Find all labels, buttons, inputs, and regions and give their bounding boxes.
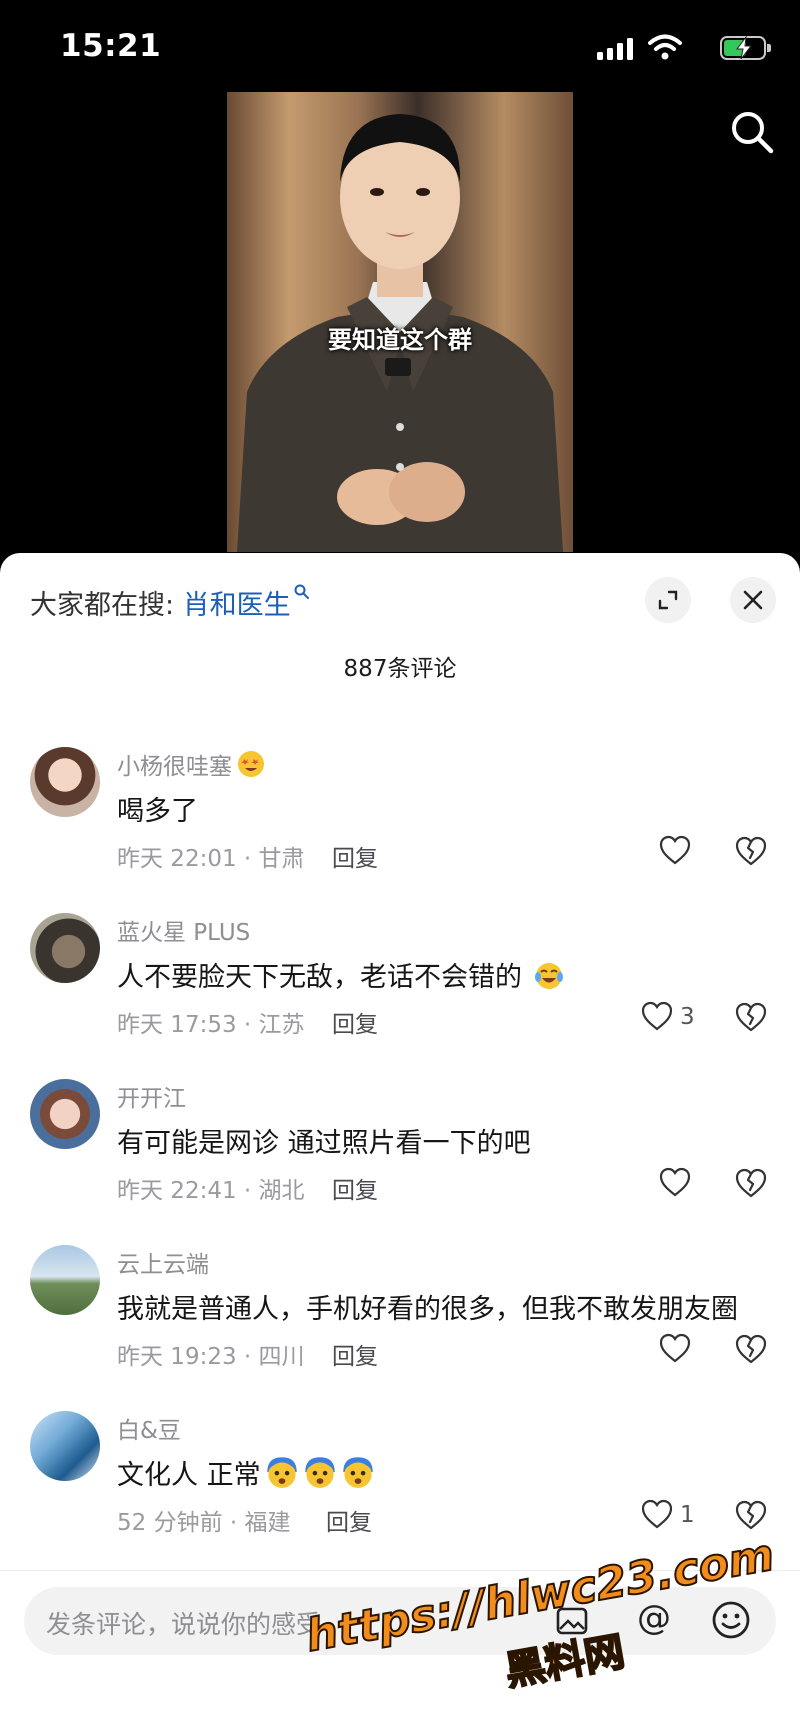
comment-text: 有可能是网诊 通过照片看一下的吧 [117, 1128, 531, 1159]
broken-heart-icon[interactable] [734, 834, 768, 868]
broken-heart-icon[interactable] [734, 1166, 768, 1200]
like-button[interactable]: 3 [640, 1000, 710, 1036]
comment-time-location: 昨天 22:01 · 甘肃 [117, 846, 305, 872]
reply-button[interactable]: 回复 [326, 1503, 372, 1537]
hot-search[interactable]: 大家都在搜: 肖和医生 [30, 583, 311, 622]
comment-time-location: 昨天 19:23 · 四川 [117, 1344, 305, 1370]
heart-icon [659, 1167, 691, 1197]
comment-text: 喝多了 [117, 796, 198, 827]
comment-count: 887条评论 [343, 656, 457, 682]
comment-username[interactable]: 云上云端 [117, 1245, 209, 1279]
scared-emoji-icon [342, 1457, 373, 1488]
status-bar: 15:21 [0, 0, 800, 96]
scared-emoji-icon [304, 1457, 335, 1488]
like-count: 3 [680, 1004, 695, 1030]
like-count: 1 [680, 1502, 695, 1528]
avatar[interactable] [30, 747, 100, 817]
star-struck-emoji-icon [238, 751, 264, 777]
avatar[interactable] [30, 1245, 100, 1315]
like-button[interactable] [640, 834, 710, 870]
video-player[interactable]: 要知道这个群 [227, 92, 573, 552]
comment-username[interactable]: 小杨很哇塞 [117, 747, 266, 781]
comment-input-placeholder: 发条评论，说说你的感受 [46, 1610, 322, 1639]
crying-laughing-emoji-icon [535, 963, 563, 989]
comment-time-location: 52 分钟前 · 福建 [117, 1510, 291, 1536]
broken-heart-icon[interactable] [734, 1000, 768, 1034]
heart-icon [659, 835, 691, 865]
comment-username[interactable]: 蓝火星 PLUS [117, 913, 250, 947]
close-icon [743, 590, 763, 610]
heart-icon [659, 1333, 691, 1363]
heart-icon [641, 1001, 673, 1031]
comment-item[interactable]: 开开江 有可能是网诊 通过照片看一下的吧 昨天 22:41 · 湖北 回复 [0, 1079, 800, 1239]
scared-emoji-icon [266, 1457, 297, 1488]
status-time: 15:21 [60, 28, 162, 64]
avatar[interactable] [30, 1411, 100, 1481]
like-button[interactable]: 1 [640, 1498, 710, 1534]
heart-icon [641, 1499, 673, 1529]
hot-search-keyword[interactable]: 肖和医生 [183, 590, 291, 621]
comment-time-location: 昨天 22:41 · 湖北 [117, 1178, 305, 1204]
battery-icon [720, 36, 771, 60]
comment-item[interactable]: 云上云端 我就是普通人，手机好看的很多，但我不敢发朋友圈 昨天 19:23 · … [0, 1245, 800, 1405]
comment-item[interactable]: 小杨很哇塞 喝多了 昨天 22:01 · 甘肃 回复 [0, 747, 800, 907]
avatar[interactable] [30, 913, 100, 983]
comment-username[interactable]: 开开江 [117, 1079, 186, 1113]
reply-button[interactable]: 回复 [332, 1171, 378, 1205]
expand-button[interactable] [645, 577, 691, 623]
search-icon[interactable] [728, 108, 776, 156]
wifi-icon [648, 34, 682, 60]
reply-button[interactable]: 回复 [332, 1337, 378, 1371]
like-button[interactable] [640, 1166, 710, 1202]
like-button[interactable] [640, 1332, 710, 1368]
expand-icon [658, 590, 678, 610]
comment-text: 人不要脸天下无敌，老话不会错的 [117, 955, 564, 994]
watermark-name: 黑料网 [501, 1628, 629, 1696]
comment-item[interactable]: 蓝火星 PLUS 人不要脸天下无敌，老话不会错的 昨天 17:53 · 江苏 回… [0, 913, 800, 1073]
avatar[interactable] [30, 1079, 100, 1149]
comment-text: 我就是普通人，手机好看的很多，但我不敢发朋友圈 [117, 1294, 738, 1325]
hot-search-prefix: 大家都在搜: [30, 590, 183, 621]
close-button[interactable] [730, 577, 776, 623]
search-icon [294, 584, 309, 599]
broken-heart-icon[interactable] [734, 1332, 768, 1366]
signal-icon [597, 38, 635, 60]
status-icons [570, 32, 771, 64]
reply-button[interactable]: 回复 [332, 839, 378, 873]
comment-text: 文化人 正常 [117, 1453, 375, 1492]
video-caption: 要知道这个群 [328, 326, 472, 354]
reply-button[interactable]: 回复 [332, 1005, 378, 1039]
comment-username[interactable]: 白&豆 [117, 1411, 181, 1445]
comment-time-location: 昨天 17:53 · 江苏 [117, 1012, 305, 1038]
